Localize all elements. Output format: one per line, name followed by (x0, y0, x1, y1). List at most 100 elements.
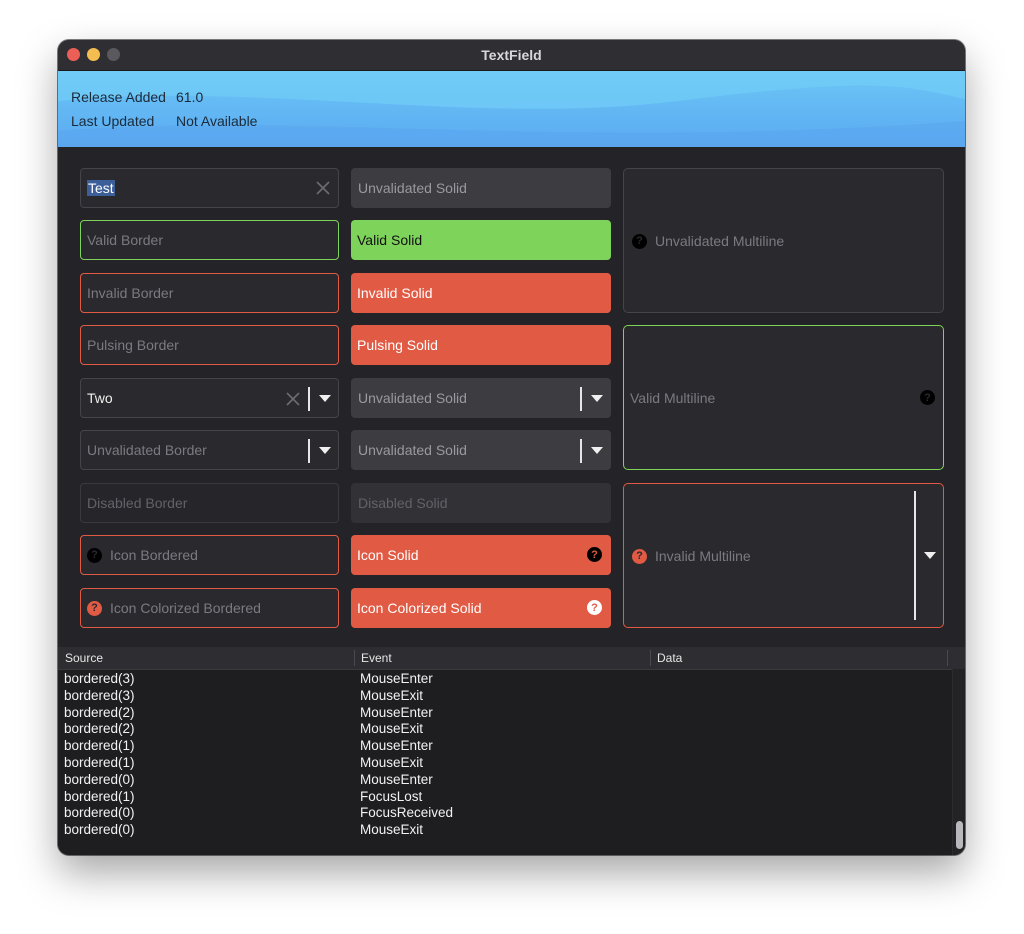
dropdown-separator (580, 387, 582, 411)
help-icon: ? (87, 600, 102, 616)
table-row[interactable]: bordered(1) FocusLost (58, 789, 953, 806)
combo-unvalidated-solid-field-2[interactable]: Unvalidated Solid (351, 430, 611, 470)
disabled-border-placeholder: Disabled Border (87, 495, 188, 511)
invalid-multiline-placeholder: Invalid Multiline (655, 548, 751, 564)
icon-bordered-placeholder: Icon Bordered (110, 547, 198, 563)
scrollbar-thumb[interactable] (956, 821, 963, 849)
title-bar: TextField (58, 40, 965, 71)
source-cell: bordered(0) (64, 805, 135, 821)
source-cell: bordered(3) (64, 671, 135, 686)
table-row[interactable]: bordered(3) MouseExit (58, 688, 953, 705)
combo-unvalidated-border-field[interactable]: Unvalidated Border (80, 430, 339, 470)
table-body: bordered(3) MouseEnter bordered(3) MouseEx… (58, 671, 953, 839)
column-header-data[interactable]: Data (657, 651, 682, 665)
window-title: TextField (481, 47, 542, 63)
table-row[interactable]: bordered(1) MouseExit (58, 755, 953, 772)
table-row[interactable]: bordered(2) MouseEnter (58, 705, 953, 722)
source-cell: bordered(0) (64, 822, 135, 838)
event-cell: FocusReceived (360, 805, 454, 821)
release-row: Release Added 61.0 (71, 89, 203, 105)
clear-icon[interactable] (284, 390, 302, 408)
info-banner: Release Added 61.0 Last Updated Not Availa… (58, 71, 965, 147)
chevron-down-icon[interactable] (591, 395, 603, 402)
pulsing-solid-field[interactable]: Pulsing Solid (351, 325, 611, 365)
event-cell: MouseEnter (360, 738, 433, 754)
icon-solid-field[interactable]: Icon Solid ? (351, 535, 611, 575)
help-icon: ? (632, 548, 647, 564)
combo-unvalidated-border-placeholder: Unvalidated Border (87, 442, 207, 458)
valid-solid-field[interactable]: Valid Solid (351, 220, 611, 260)
icon-bordered-field[interactable]: ? Icon Bordered (80, 535, 339, 575)
disabled-solid-field: Disabled Solid (351, 483, 611, 523)
event-cell: MouseExit (360, 687, 424, 703)
table-row[interactable]: bordered(3) MouseEnter (58, 671, 953, 688)
event-cell: MouseExit (360, 721, 424, 737)
chevron-down-icon[interactable] (319, 395, 331, 402)
source-cell: bordered(2) (64, 721, 135, 737)
test-text-field[interactable]: Test (80, 168, 339, 208)
source-cell: bordered(1) (64, 754, 135, 770)
combo-unvalidated-solid-placeholder: Unvalidated Solid (358, 442, 467, 458)
app-window: TextField Release Added 61.0 Last Updated… (58, 40, 965, 855)
source-cell: bordered(1) (64, 788, 135, 804)
combo-unvalidated-solid-field-1[interactable]: Unvalidated Solid (351, 378, 611, 418)
combo-unvalidated-solid-placeholder: Unvalidated Solid (358, 390, 467, 406)
invalid-border-field[interactable]: Invalid Border (80, 273, 339, 313)
event-cell: MouseExit (360, 754, 424, 770)
invalid-solid-placeholder: Invalid Solid (357, 285, 433, 301)
valid-border-placeholder: Valid Border (87, 232, 164, 248)
table-row[interactable]: bordered(1) MouseEnter (58, 738, 953, 755)
clear-icon[interactable] (313, 178, 333, 198)
pulsing-border-field[interactable]: Pulsing Border (80, 325, 339, 365)
icon-colorized-bordered-field[interactable]: ? Icon Colorized Bordered (80, 588, 339, 628)
invalid-solid-field[interactable]: Invalid Solid (351, 273, 611, 313)
table-row[interactable]: bordered(0) FocusReceived (58, 805, 953, 822)
help-icon: ? (632, 233, 647, 249)
column-divider[interactable] (354, 650, 355, 666)
help-icon: ? (87, 547, 102, 563)
dropdown-separator (308, 439, 310, 463)
combo-two-field[interactable]: Two (80, 378, 339, 418)
help-icon: ? (920, 390, 935, 405)
table-row[interactable]: bordered(0) MouseEnter (58, 772, 953, 789)
unvalidated-solid-field[interactable]: Unvalidated Solid (351, 168, 611, 208)
updated-row: Last Updated Not Available (71, 113, 257, 129)
source-cell: bordered(2) (64, 704, 135, 720)
valid-multiline-label: Valid Multiline (630, 390, 715, 406)
table-row[interactable]: bordered(2) MouseExit (58, 721, 953, 738)
column-divider[interactable] (650, 650, 651, 666)
invalid-border-placeholder: Invalid Border (87, 285, 174, 301)
event-cell: MouseEnter (360, 704, 433, 720)
icon-colorized-bordered-placeholder: Icon Colorized Bordered (110, 600, 261, 616)
selected-text: Test (87, 180, 115, 196)
updated-label: Last Updated (71, 113, 155, 129)
updated-value: Not Available (176, 113, 258, 129)
unvalidated-solid-placeholder: Unvalidated Solid (358, 180, 467, 196)
chevron-down-icon[interactable] (319, 447, 331, 454)
unvalidated-multiline-field[interactable]: ? Unvalidated Multiline (623, 168, 944, 313)
source-cell: bordered(3) (64, 687, 135, 703)
icon-colorized-solid-field[interactable]: Icon Colorized Solid ? (351, 588, 611, 628)
table-row[interactable]: bordered(0) MouseExit (58, 822, 953, 839)
pulsing-border-placeholder: Pulsing Border (87, 337, 179, 353)
dropdown-separator (308, 387, 310, 411)
unvalidated-multiline-placeholder: Unvalidated Multiline (655, 233, 785, 249)
event-log-table[interactable]: Source Event Data bordered(3) MouseEnter … (58, 647, 965, 855)
chevron-down-icon[interactable] (924, 552, 936, 559)
source-cell: bordered(0) (64, 771, 135, 787)
valid-solid-placeholder: Valid Solid (357, 232, 423, 248)
valid-multiline-placeholder: Valid Multiline (630, 390, 716, 406)
chevron-down-icon[interactable] (591, 447, 603, 454)
invalid-multiline-field[interactable]: ? Invalid Multiline (623, 483, 944, 628)
wave-decoration (58, 71, 965, 147)
icon-colorized-solid-placeholder: Icon Colorized Solid (357, 600, 482, 616)
event-cell: FocusLost (360, 788, 423, 804)
valid-multiline-field[interactable]: Valid Multiline ? (623, 325, 944, 470)
valid-border-field[interactable]: Valid Border (80, 220, 339, 260)
column-header-source[interactable]: Source (65, 651, 103, 665)
column-header-event[interactable]: Event (361, 651, 392, 665)
column-divider[interactable] (947, 650, 948, 666)
combo-two-value: Two (87, 390, 113, 406)
unvalidated-multiline-label: ? Unvalidated Multiline (632, 233, 784, 249)
disabled-solid-placeholder: Disabled Solid (358, 495, 448, 511)
